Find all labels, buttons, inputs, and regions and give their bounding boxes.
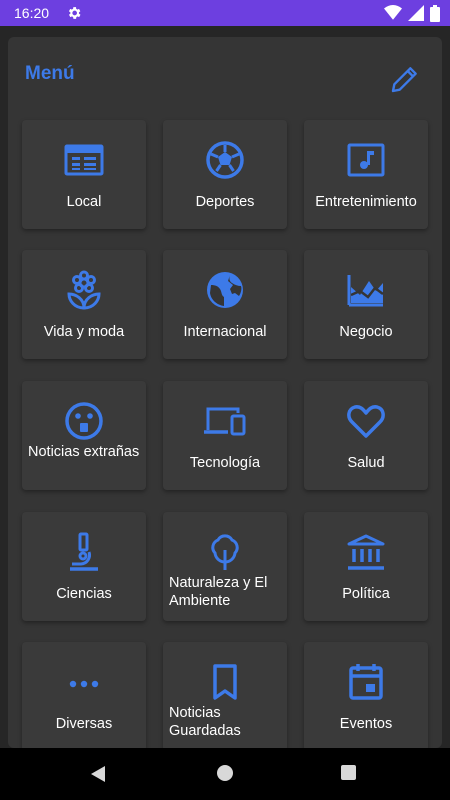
bookmark-icon: [213, 664, 237, 700]
tile-label: Salud: [347, 455, 385, 471]
tile-tecnologia[interactable]: Tecnología: [163, 381, 287, 490]
category-grid: Local Deportes Entretenimiento Vida y mo…: [8, 37, 442, 748]
tile-label: Vida y moda: [43, 324, 125, 340]
tile-label: Deportes: [195, 194, 255, 210]
tile-ciencias[interactable]: Ciencias: [22, 512, 146, 621]
tile-label: Entretenimiento: [315, 194, 417, 210]
tile-entretenimiento[interactable]: Entretenimiento: [304, 120, 428, 229]
tile-salud[interactable]: Salud: [304, 381, 428, 490]
tile-label: Ciencias: [56, 586, 112, 602]
tile-eventos[interactable]: Eventos: [304, 642, 428, 748]
tile-label: Diversas: [55, 716, 113, 732]
home-icon[interactable]: [217, 765, 233, 781]
tile-label: Política: [342, 586, 390, 602]
tile-label: Noticias extrañas: [28, 444, 140, 460]
surprised-face-icon: [65, 402, 103, 440]
flower-icon: [67, 270, 101, 310]
signal-icon: [408, 5, 424, 21]
building-columns-icon: [347, 534, 385, 570]
tile-local[interactable]: Local: [22, 120, 146, 229]
tile-label: Eventos: [339, 716, 393, 732]
tile-label: Noticias Guardadas: [169, 705, 241, 739]
heart-icon: [347, 405, 385, 438]
tile-label: Negocio: [339, 324, 393, 340]
devices-icon: [204, 407, 246, 436]
gear-icon: [68, 7, 81, 19]
tile-label: Naturaleza y El Ambiente: [169, 575, 268, 609]
tree-icon: [211, 534, 239, 570]
area-chart-icon: [347, 275, 384, 307]
tile-politica[interactable]: Política: [304, 512, 428, 621]
recents-icon[interactable]: [341, 765, 356, 780]
status-time: 16:20: [14, 5, 50, 21]
newspaper-icon: [64, 144, 104, 176]
back-icon[interactable]: [90, 765, 106, 783]
calendar-icon: [349, 664, 383, 700]
music-note-icon: [347, 143, 385, 177]
battery-icon: [430, 4, 440, 22]
tile-vida-moda[interactable]: Vida y moda: [22, 250, 146, 359]
tile-naturaleza[interactable]: Naturaleza y El Ambiente: [163, 512, 287, 621]
tile-noticias-guardadas[interactable]: Noticias Guardadas: [163, 642, 287, 748]
wifi-icon: [384, 5, 402, 20]
tile-negocio[interactable]: Negocio: [304, 250, 428, 359]
tile-noticias-extranas[interactable]: Noticias extrañas: [22, 381, 146, 490]
tile-label: Tecnología: [189, 455, 261, 471]
microscope-icon: [70, 532, 98, 571]
more-dots-icon: [69, 680, 99, 688]
tile-deportes[interactable]: Deportes: [163, 120, 287, 229]
tile-internacional[interactable]: Internacional: [163, 250, 287, 359]
soccer-ball-icon: [206, 141, 244, 179]
menu-panel: Menú Local Deportes Entretenimiento Vida…: [8, 37, 442, 748]
navigation-bar: [0, 748, 450, 800]
tile-diversas[interactable]: Diversas: [22, 642, 146, 748]
tile-label: Local: [66, 194, 102, 210]
tile-label: Internacional: [183, 324, 267, 340]
status-bar: 16:20: [0, 0, 450, 26]
globe-icon: [207, 272, 243, 308]
